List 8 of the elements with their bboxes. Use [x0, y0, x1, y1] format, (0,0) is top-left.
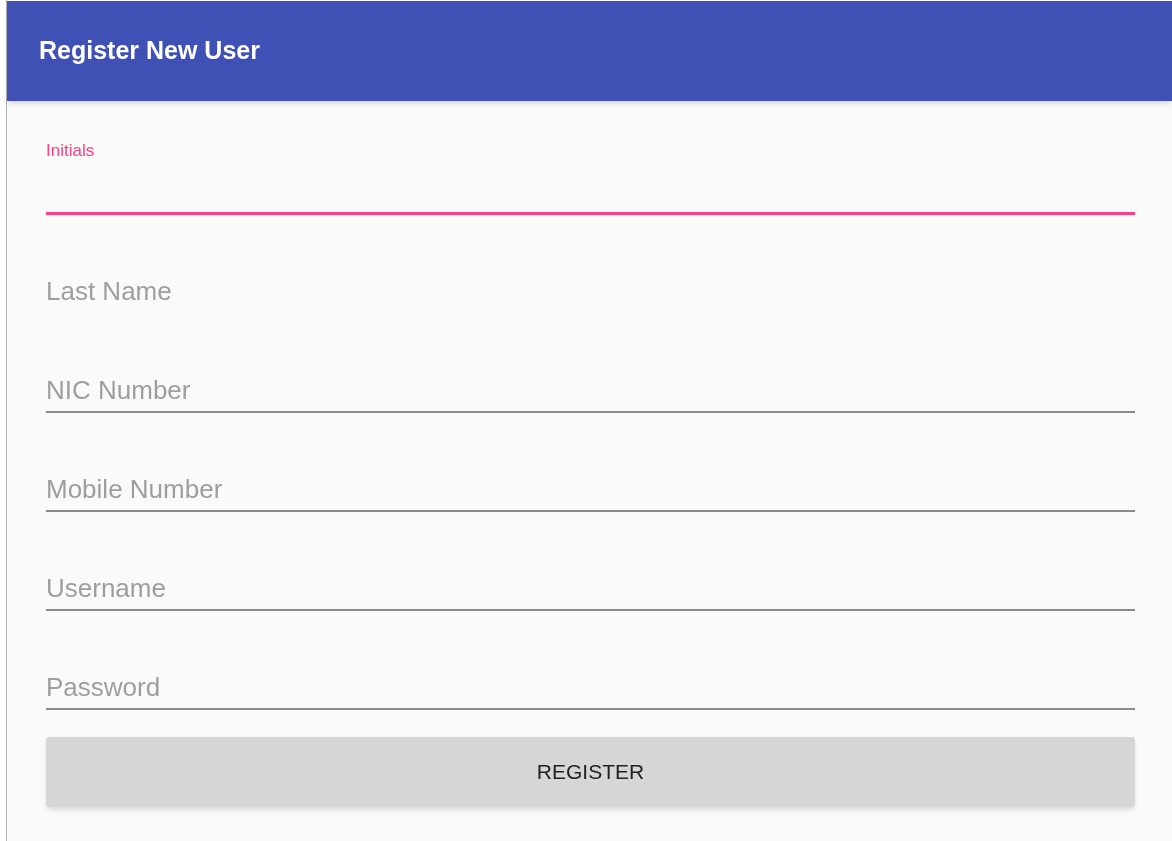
text-field[interactable]: Mobile Number	[46, 468, 1135, 512]
text-field[interactable]: Username	[46, 567, 1135, 611]
field-label: Initials	[46, 139, 96, 162]
register-button[interactable]: REGISTER	[46, 737, 1135, 807]
app-title: Register New User	[39, 35, 260, 67]
text-field[interactable]: Last Name	[46, 270, 1135, 314]
text-field[interactable]: NIC Number	[46, 369, 1135, 413]
text-field[interactable]: Password	[46, 666, 1135, 710]
